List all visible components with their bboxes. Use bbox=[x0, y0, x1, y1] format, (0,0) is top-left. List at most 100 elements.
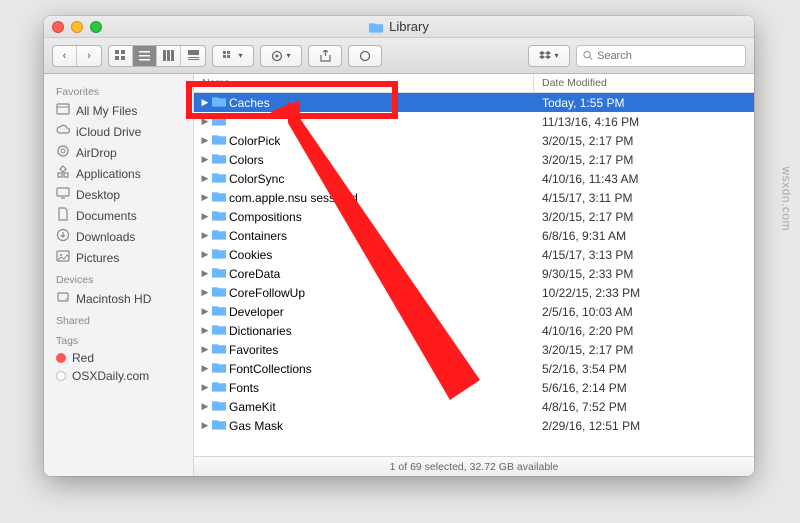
file-name: CoreFollowUp bbox=[229, 286, 305, 300]
file-modified: 2/29/16, 12:51 PM bbox=[534, 419, 754, 433]
file-modified: 4/10/16, 11:43 AM bbox=[534, 172, 754, 186]
disclosure-triangle[interactable]: ▶ bbox=[200, 287, 210, 298]
file-row[interactable]: ▶ CoreFollowUp 10/22/15, 2:33 PM bbox=[194, 283, 754, 302]
disclosure-triangle[interactable]: ▶ bbox=[200, 135, 210, 146]
file-modified: 5/2/16, 3:54 PM bbox=[534, 362, 754, 376]
sidebar-item-red[interactable]: Red bbox=[44, 349, 193, 367]
column-headers[interactable]: Name Date Modified bbox=[194, 74, 754, 93]
file-row[interactable]: ▶Gas Mask2/29/16, 12:51 PM bbox=[194, 416, 754, 435]
view-switcher[interactable] bbox=[108, 45, 206, 67]
sidebar-item-desktop[interactable]: Desktop bbox=[44, 184, 193, 205]
file-row[interactable]: ▶GameKit4/8/16, 7:52 PM bbox=[194, 397, 754, 416]
disclosure-triangle[interactable]: ▶ bbox=[200, 306, 210, 317]
nav-back-forward[interactable]: ‹ › bbox=[52, 45, 102, 67]
file-modified: Today, 1:55 PM bbox=[534, 96, 754, 110]
column-name[interactable]: Name bbox=[194, 74, 534, 92]
view-coverflow-button[interactable] bbox=[181, 46, 205, 66]
column-modified[interactable]: Date Modified bbox=[534, 74, 754, 92]
pictures-icon bbox=[56, 249, 70, 266]
search-input[interactable] bbox=[597, 50, 739, 62]
file-modified: 3/20/15, 2:17 PM bbox=[534, 343, 754, 357]
minimize-button[interactable] bbox=[71, 21, 83, 33]
sidebar-item-documents[interactable]: Documents bbox=[44, 205, 193, 226]
file-modified: 5/6/16, 2:14 PM bbox=[534, 381, 754, 395]
close-button[interactable] bbox=[52, 21, 64, 33]
folder-icon bbox=[212, 133, 227, 148]
desktop-icon bbox=[56, 186, 70, 203]
file-row[interactable]: ▶ Favorites 3/20/15, 2:17 PM bbox=[194, 340, 754, 359]
disclosure-triangle[interactable]: ▶ bbox=[200, 116, 210, 127]
view-list-button[interactable] bbox=[133, 46, 157, 66]
disclosure-triangle[interactable]: ▶ bbox=[200, 211, 210, 222]
file-list[interactable]: ▶CachesToday, 1:55 PM▶11/13/16, 4:16 PM▶… bbox=[194, 93, 754, 456]
arrange-button[interactable]: ▾ bbox=[212, 45, 254, 67]
sidebar-item-macintosh-hd[interactable]: Macintosh HD bbox=[44, 288, 193, 309]
file-row[interactable]: ▶Fonts5/6/16, 2:14 PM bbox=[194, 378, 754, 397]
disclosure-triangle[interactable]: ▶ bbox=[200, 344, 210, 355]
folder-icon bbox=[212, 152, 227, 167]
tag-icon bbox=[359, 50, 371, 62]
view-icons-button[interactable] bbox=[109, 46, 133, 66]
file-row[interactable]: ▶11/13/16, 4:16 PM bbox=[194, 112, 754, 131]
disclosure-triangle[interactable]: ▶ bbox=[200, 97, 210, 108]
titlebar: Library bbox=[44, 16, 754, 38]
view-columns-button[interactable] bbox=[157, 46, 181, 66]
disclosure-triangle[interactable]: ▶ bbox=[200, 268, 210, 279]
folder-icon bbox=[212, 95, 227, 110]
file-row[interactable]: ▶Compositions3/20/15, 2:17 PM bbox=[194, 207, 754, 226]
tags-button[interactable] bbox=[348, 45, 382, 67]
tag-dot bbox=[56, 371, 66, 381]
apps-icon bbox=[56, 165, 70, 182]
disclosure-triangle[interactable]: ▶ bbox=[200, 420, 210, 431]
file-modified: 4/8/16, 7:52 PM bbox=[534, 400, 754, 414]
share-button[interactable] bbox=[308, 45, 342, 67]
disclosure-triangle[interactable]: ▶ bbox=[200, 192, 210, 203]
file-name: com.apple.nsu sessiond bbox=[229, 191, 358, 205]
zoom-button[interactable] bbox=[90, 21, 102, 33]
file-row[interactable]: ▶CachesToday, 1:55 PM bbox=[194, 93, 754, 112]
sidebar-item-pictures[interactable]: Pictures bbox=[44, 247, 193, 268]
sidebar-item-osxdaily-com[interactable]: OSXDaily.com bbox=[44, 367, 193, 385]
disclosure-triangle[interactable]: ▶ bbox=[200, 363, 210, 374]
disclosure-triangle[interactable]: ▶ bbox=[200, 401, 210, 412]
share-icon bbox=[320, 50, 331, 62]
disclosure-triangle[interactable]: ▶ bbox=[200, 249, 210, 260]
file-row[interactable]: ▶CoreData9/30/15, 2:33 PM bbox=[194, 264, 754, 283]
file-row[interactable]: ▶Developer2/5/16, 10:03 AM bbox=[194, 302, 754, 321]
disclosure-triangle[interactable]: ▶ bbox=[200, 325, 210, 336]
folder-icon bbox=[212, 228, 227, 243]
action-button[interactable]: ▾ bbox=[260, 45, 302, 67]
sidebar-section-shared: Shared bbox=[44, 309, 193, 329]
sidebar-item-downloads[interactable]: Downloads bbox=[44, 226, 193, 247]
sidebar-item-applications[interactable]: Applications bbox=[44, 163, 193, 184]
file-name: Favorites bbox=[229, 343, 278, 357]
file-modified: 6/8/16, 9:31 AM bbox=[534, 229, 754, 243]
file-modified: 10/22/15, 2:33 PM bbox=[534, 286, 754, 300]
all-files-icon bbox=[56, 102, 70, 119]
disclosure-triangle[interactable]: ▶ bbox=[200, 230, 210, 241]
file-row[interactable]: ▶ColorPick3/20/15, 2:17 PM bbox=[194, 131, 754, 150]
sidebar-item-all-my-files[interactable]: All My Files bbox=[44, 100, 193, 121]
disclosure-triangle[interactable]: ▶ bbox=[200, 382, 210, 393]
file-row[interactable]: ▶ColorSync4/10/16, 11:43 AM bbox=[194, 169, 754, 188]
file-row[interactable]: ▶Cookies4/15/17, 3:13 PM bbox=[194, 245, 754, 264]
forward-button[interactable]: › bbox=[77, 46, 101, 66]
finder-window: Library ‹ › ▾ ▾ bbox=[44, 16, 754, 476]
folder-icon bbox=[212, 399, 227, 414]
file-row[interactable]: ▶FontCollections5/2/16, 3:54 PM bbox=[194, 359, 754, 378]
file-row[interactable]: ▶Colors3/20/15, 2:17 PM bbox=[194, 150, 754, 169]
file-row[interactable]: ▶Containers6/8/16, 9:31 AM bbox=[194, 226, 754, 245]
disclosure-triangle[interactable]: ▶ bbox=[200, 154, 210, 165]
sidebar-item-airdrop[interactable]: AirDrop bbox=[44, 142, 193, 163]
search-field[interactable] bbox=[576, 45, 746, 67]
folder-icon bbox=[212, 304, 227, 319]
file-row[interactable]: ▶com.apple.nsu sessiond4/15/17, 3:11 PM bbox=[194, 188, 754, 207]
disclosure-triangle[interactable]: ▶ bbox=[200, 173, 210, 184]
dropbox-button[interactable]: ▾ bbox=[528, 45, 570, 67]
sidebar-item-icloud-drive[interactable]: iCloud Drive bbox=[44, 121, 193, 142]
window-title: Library bbox=[389, 19, 429, 34]
file-row[interactable]: ▶Dictionaries4/10/16, 2:20 PM bbox=[194, 321, 754, 340]
file-name: ColorPick bbox=[229, 134, 280, 148]
back-button[interactable]: ‹ bbox=[53, 46, 77, 66]
file-modified: 4/15/17, 3:13 PM bbox=[534, 248, 754, 262]
